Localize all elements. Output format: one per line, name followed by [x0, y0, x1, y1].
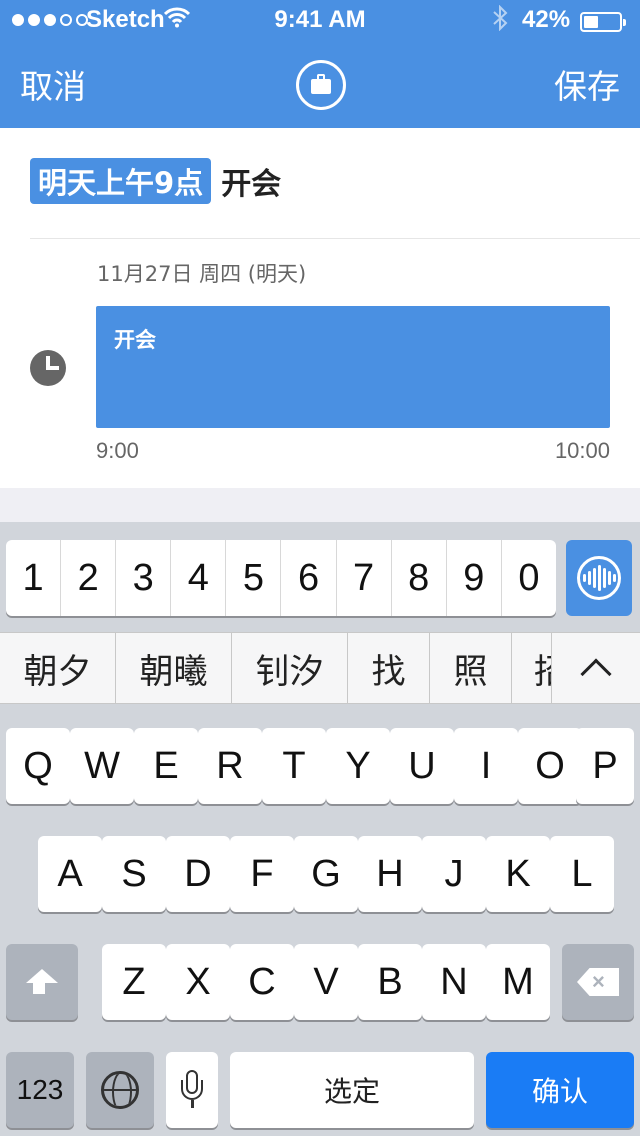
- expand-candidates-button[interactable]: [551, 633, 640, 703]
- key-s[interactable]: S: [102, 836, 166, 912]
- key-j[interactable]: J: [422, 836, 486, 912]
- key-o[interactable]: O: [518, 728, 582, 804]
- chevron-up-icon: [580, 658, 612, 690]
- key-p[interactable]: P: [576, 728, 634, 804]
- save-button[interactable]: 保存: [554, 60, 620, 108]
- event-title-input[interactable]: 开会: [221, 159, 281, 203]
- key-x[interactable]: X: [166, 944, 230, 1020]
- key-i[interactable]: I: [454, 728, 518, 804]
- confirm-key[interactable]: 确认: [486, 1052, 634, 1128]
- candidate-item[interactable]: 钊汐: [232, 633, 348, 703]
- key-e[interactable]: E: [134, 728, 198, 804]
- key-y[interactable]: Y: [326, 728, 390, 804]
- key-2[interactable]: 2: [60, 540, 115, 616]
- briefcase-icon[interactable]: [296, 60, 346, 110]
- key-w[interactable]: W: [70, 728, 134, 804]
- microphone-icon: [181, 1070, 203, 1110]
- dictation-key[interactable]: [166, 1052, 218, 1128]
- shift-arrow-icon: [26, 969, 58, 983]
- key-3[interactable]: 3: [115, 540, 170, 616]
- key-n[interactable]: N: [422, 944, 486, 1020]
- number-row: 1 2 3 4 5 6 7 8 9 0: [6, 540, 556, 616]
- key-h[interactable]: H: [358, 836, 422, 912]
- clock-icon: [30, 350, 66, 386]
- key-9[interactable]: 9: [445, 540, 501, 616]
- battery-icon: [580, 12, 626, 32]
- space-key[interactable]: 选定: [230, 1052, 474, 1128]
- time-chip[interactable]: 明天上午9点: [30, 158, 212, 204]
- key-4[interactable]: 4: [170, 540, 225, 616]
- candidate-bar: 朝夕 朝曦 钊汐 找 照 招: [0, 632, 640, 704]
- key-z[interactable]: Z: [102, 944, 166, 1020]
- key-5[interactable]: 5: [225, 540, 280, 616]
- key-r[interactable]: R: [198, 728, 262, 804]
- event-time-block[interactable]: 开会: [96, 306, 610, 428]
- key-a[interactable]: A: [38, 836, 102, 912]
- key-k[interactable]: K: [486, 836, 550, 912]
- event-block-title: 开会: [114, 328, 156, 352]
- cancel-button[interactable]: 取消: [20, 60, 86, 108]
- key-7[interactable]: 7: [335, 540, 391, 616]
- backspace-icon: ×: [577, 968, 619, 996]
- delete-key[interactable]: ×: [562, 944, 634, 1020]
- key-d[interactable]: D: [166, 836, 230, 912]
- nav-header: Sketch 9:41 AM 42% 取消 保存: [0, 0, 640, 128]
- key-g[interactable]: G: [294, 836, 358, 912]
- globe-icon: [101, 1071, 139, 1109]
- key-q[interactable]: Q: [6, 728, 70, 804]
- key-6[interactable]: 6: [280, 540, 335, 616]
- keyboard: 1 2 3 4 5 6 7 8 9 0 朝夕 朝曦 钊汐 找 照 招 Q W E…: [0, 522, 640, 1136]
- globe-key[interactable]: [86, 1052, 154, 1128]
- numbers-switch-key[interactable]: 123: [6, 1052, 74, 1128]
- voice-input-button[interactable]: [566, 540, 632, 616]
- status-bar: Sketch 9:41 AM 42%: [0, 0, 640, 40]
- bluetooth-icon: [492, 4, 508, 38]
- divider: [30, 238, 640, 239]
- candidate-item[interactable]: 朝曦: [116, 633, 232, 703]
- shift-key[interactable]: [6, 944, 78, 1020]
- candidate-item[interactable]: 找: [348, 633, 430, 703]
- key-m[interactable]: M: [486, 944, 550, 1020]
- key-c[interactable]: C: [230, 944, 294, 1020]
- end-time: 10:00: [554, 438, 610, 463]
- start-time: 9:00: [96, 438, 139, 463]
- key-1[interactable]: 1: [6, 540, 60, 616]
- battery-fill: [584, 16, 598, 28]
- key-u[interactable]: U: [390, 728, 454, 804]
- key-f[interactable]: F: [230, 836, 294, 912]
- key-8[interactable]: 8: [390, 540, 446, 616]
- event-title-row[interactable]: 明天上午9点 开会: [30, 158, 281, 204]
- key-v[interactable]: V: [294, 944, 358, 1020]
- key-l[interactable]: L: [550, 836, 614, 912]
- battery-percent: 42%: [522, 6, 571, 33]
- key-0[interactable]: 0: [500, 540, 556, 616]
- section-separator: [0, 488, 640, 522]
- key-b[interactable]: B: [358, 944, 422, 1020]
- voice-wave-icon: [577, 556, 621, 600]
- key-t[interactable]: T: [262, 728, 326, 804]
- event-date: 11月27日 周四 (明天): [97, 262, 307, 286]
- candidate-item[interactable]: 朝夕: [0, 633, 116, 703]
- candidate-item[interactable]: 照: [430, 633, 512, 703]
